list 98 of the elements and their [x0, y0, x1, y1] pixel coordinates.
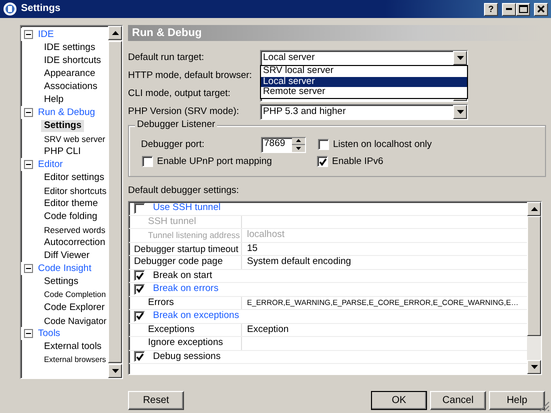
property-value[interactable]: Exception — [247, 324, 289, 335]
app-icon — [3, 2, 17, 16]
property-name: Debugger startup timeout — [134, 242, 238, 255]
tree-group[interactable]: Editor — [38, 158, 63, 170]
dropdown[interactable]: PHP 5.3 and higher — [260, 104, 468, 120]
tree-item[interactable]: IDE shortcuts — [41, 54, 102, 66]
tree-item[interactable]: Diff Viewer — [41, 250, 90, 262]
collapse-toggle[interactable] — [24, 264, 33, 273]
tree-group[interactable]: IDE — [38, 28, 54, 40]
scroll-up-button[interactable] — [527, 202, 541, 216]
caret-icon — [456, 110, 464, 114]
group-title: Debugger Listener — [135, 119, 218, 131]
tree-item[interactable]: Editor theme — [41, 198, 98, 210]
tree-group[interactable]: Run & Debug — [38, 106, 96, 118]
tree-group[interactable]: Tools — [38, 328, 60, 340]
tree-item[interactable]: Editor shortcuts — [41, 184, 107, 196]
checkbox[interactable] — [318, 139, 329, 150]
property-name: Errors — [147, 296, 174, 309]
option-link[interactable]: Break on exceptions — [153, 310, 240, 322]
tree-item[interactable]: Code Explorer — [41, 302, 105, 314]
property-name: Exceptions — [147, 324, 194, 336]
field-label: Default run target: — [128, 52, 206, 64]
tree-item[interactable]: Settings — [41, 120, 84, 132]
tree-item[interactable]: SRV web server — [41, 132, 106, 144]
dropdown-option[interactable]: SRV local server — [261, 66, 467, 76]
checkbox[interactable] — [317, 156, 328, 167]
collapse-toggle[interactable] — [24, 30, 33, 39]
minimize-icon — [506, 8, 512, 10]
tree-item[interactable]: Code folding — [41, 210, 98, 222]
checkbox[interactable] — [134, 202, 145, 214]
maximize-button[interactable] — [516, 2, 530, 16]
tree-item[interactable]: PHP CLI — [41, 146, 81, 158]
maximize-icon — [518, 5, 528, 13]
tree-item[interactable]: Autocorrection — [41, 236, 106, 248]
port-label: Debugger port: — [141, 138, 206, 150]
help-button[interactable]: Help — [489, 391, 545, 410]
scroll-down-button[interactable] — [527, 360, 541, 374]
help-button[interactable]: ? — [484, 2, 498, 16]
window-title: Settings — [21, 3, 60, 15]
scroll-thumb[interactable] — [527, 216, 541, 336]
scroll-down-button[interactable] — [108, 364, 122, 378]
port-spin-field[interactable]: 7869 — [261, 136, 306, 152]
property-name: Ignore exceptions — [147, 337, 223, 350]
checkbox[interactable] — [142, 156, 153, 167]
tree-item[interactable]: Code Completion — [41, 288, 106, 300]
tree-item[interactable]: External tools — [41, 340, 102, 352]
tree-item[interactable]: Settings — [41, 276, 78, 288]
spin-up-button[interactable] — [292, 138, 305, 144]
checkbox[interactable] — [134, 351, 145, 362]
grid-label: Default debugger settings: — [128, 185, 239, 196]
property-name: Tunnel listening address — [147, 229, 240, 242]
cancel-button[interactable]: Cancel — [430, 391, 486, 410]
collapse-toggle[interactable] — [24, 160, 33, 169]
option-label: Debug sessions — [153, 350, 221, 363]
option-link[interactable]: Use SSH tunnel — [153, 202, 221, 214]
tree-item[interactable]: Appearance — [41, 68, 96, 80]
checkbox[interactable] — [134, 284, 145, 295]
collapse-toggle[interactable] — [24, 329, 33, 338]
dropdown-option[interactable]: Local server — [261, 76, 467, 87]
up-arrow-icon — [530, 207, 538, 211]
tree-item[interactable]: Reserved words — [41, 224, 106, 236]
up-arrow-icon — [112, 31, 118, 35]
tree-item[interactable]: Code Navigator — [41, 314, 107, 326]
ok-button[interactable]: OK — [371, 391, 427, 410]
checkbox-label: Enable IPv6 — [332, 156, 384, 168]
checkbox[interactable] — [134, 310, 145, 322]
tree-item[interactable]: Editor settings — [41, 172, 104, 184]
property-name: Debugger code page — [134, 256, 223, 268]
checkbox-label: Enable UPnP port mapping — [157, 156, 272, 168]
collapse-toggle[interactable] — [24, 108, 33, 117]
field-label: PHP Version (SRV mode): — [128, 106, 240, 118]
size-grip-icon — [539, 401, 550, 412]
tree-item[interactable]: Help — [41, 94, 64, 106]
close-button[interactable] — [534, 2, 548, 16]
down-arrow-icon — [112, 369, 118, 373]
checkbox-label: Listen on localhost only — [333, 138, 432, 150]
field-label: HTTP mode, default browser: — [128, 70, 253, 82]
scroll-up-button[interactable] — [108, 26, 122, 40]
option-label: Break on start — [153, 270, 212, 282]
dropdown[interactable]: Local server — [260, 50, 468, 66]
close-icon — [537, 5, 545, 13]
tree-item[interactable]: Associations — [41, 80, 98, 92]
tree-group[interactable]: Code Insight — [38, 262, 92, 274]
reset-button[interactable]: Reset — [128, 391, 184, 410]
grid-scrollbar[interactable] — [527, 202, 541, 374]
down-arrow-icon — [296, 146, 301, 150]
property-value[interactable]: 15 — [247, 242, 258, 254]
minimize-button[interactable] — [502, 2, 516, 16]
property-name: SSH tunnel — [147, 216, 196, 228]
checkbox[interactable] — [134, 270, 145, 282]
property-value[interactable]: System default encoding — [247, 256, 352, 268]
up-arrow-icon — [296, 139, 301, 142]
option-link[interactable]: Break on errors — [153, 283, 218, 296]
field-label: CLI mode, output target: — [128, 88, 232, 100]
dropdown-option[interactable]: Remote server — [261, 87, 467, 98]
caret-icon — [456, 56, 464, 60]
tree-item[interactable]: IDE settings — [41, 42, 96, 54]
down-arrow-icon — [530, 365, 538, 369]
